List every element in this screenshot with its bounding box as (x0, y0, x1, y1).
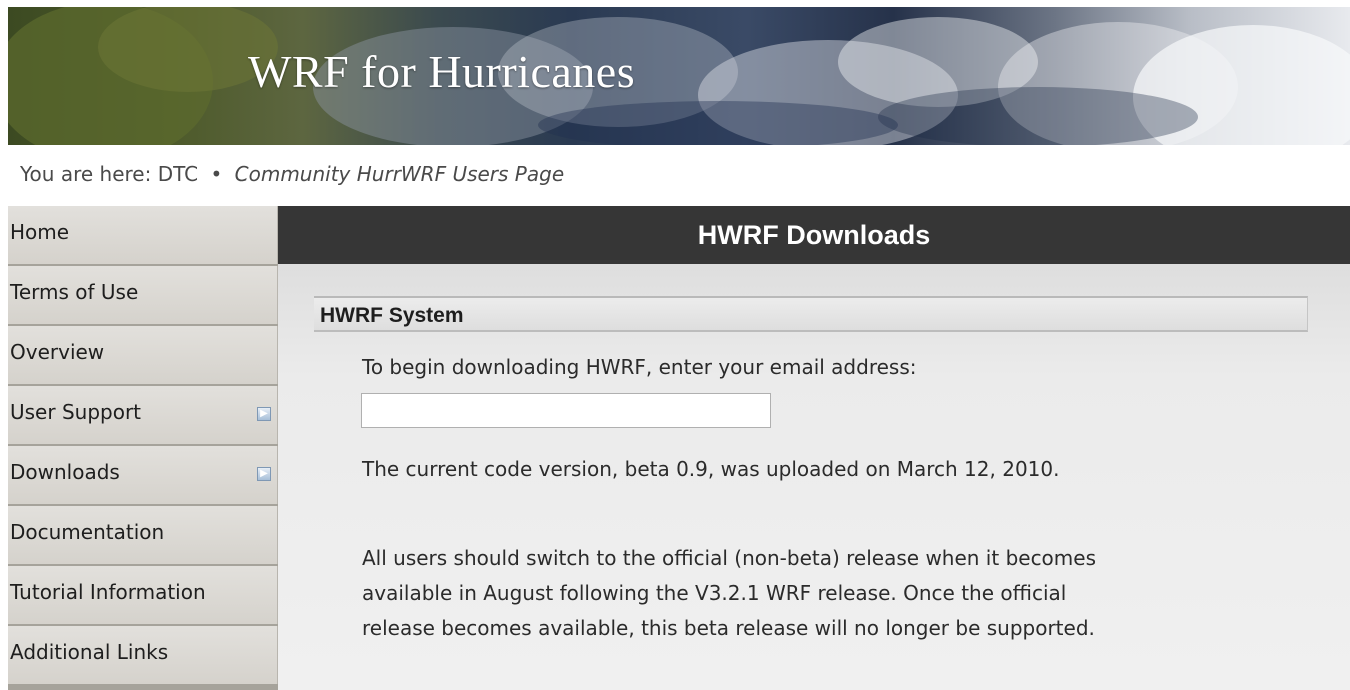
satellite-image (8, 7, 1350, 145)
sidebar-nav: Home Terms of Use Overview User Support … (8, 206, 278, 690)
notice-line-3: release becomes available, this beta rel… (362, 616, 1095, 640)
sidebar-item-home[interactable]: Home (8, 206, 278, 264)
sidebar-item-additional-links[interactable]: Additional Links (8, 626, 278, 684)
version-text: The current code version, beta 0.9, was … (362, 457, 1060, 481)
breadcrumb: You are here: DTC • Community HurrWRF Us… (20, 162, 564, 186)
site-title: WRF for Hurricanes (248, 46, 636, 97)
sidebar-item-downloads[interactable]: Downloads ▶ (8, 446, 278, 504)
notice-line-2: available in August following the V3.2.1… (362, 581, 1067, 605)
breadcrumb-prefix: You are here: (20, 162, 152, 186)
main-content: HWRF Downloads HWRF System To begin down… (278, 206, 1350, 690)
notice-line-1: All users should switch to the official … (362, 546, 1097, 570)
sidebar-item-label: Tutorial Information (10, 580, 206, 604)
sidebar-item-label: Terms of Use (10, 280, 139, 304)
breadcrumb-root[interactable]: DTC (158, 162, 198, 186)
email-field[interactable] (361, 393, 771, 428)
section-title: HWRF System (320, 304, 464, 327)
site-banner: WRF for Hurricanes (8, 7, 1350, 145)
submenu-arrow-icon: ▶ (257, 467, 271, 481)
sidebar-item-tutorial-information[interactable]: Tutorial Information (8, 566, 278, 624)
sidebar-item-label: Overview (10, 340, 105, 364)
page-title: HWRF Downloads (278, 206, 1350, 264)
sidebar-item-label: Additional Links (10, 640, 169, 664)
sidebar-item-label: Documentation (10, 520, 165, 544)
sidebar-item-terms-of-use[interactable]: Terms of Use (8, 266, 278, 324)
submenu-arrow-icon: ▶ (257, 407, 271, 421)
sidebar-item-documentation[interactable]: Documentation (8, 506, 278, 564)
sidebar-item-label: User Support (10, 400, 142, 424)
breadcrumb-current: Community HurrWRF Users Page (234, 162, 565, 186)
sidebar-item-label: Downloads (10, 460, 120, 484)
sidebar-item-label: Home (10, 220, 70, 244)
sidebar-item-user-support[interactable]: User Support ▶ (8, 386, 278, 444)
breadcrumb-separator: • (210, 162, 223, 186)
sidebar-item-overview[interactable]: Overview (8, 326, 278, 384)
email-prompt: To begin downloading HWRF, enter your em… (362, 355, 917, 379)
section-header: HWRF System (314, 296, 1308, 332)
